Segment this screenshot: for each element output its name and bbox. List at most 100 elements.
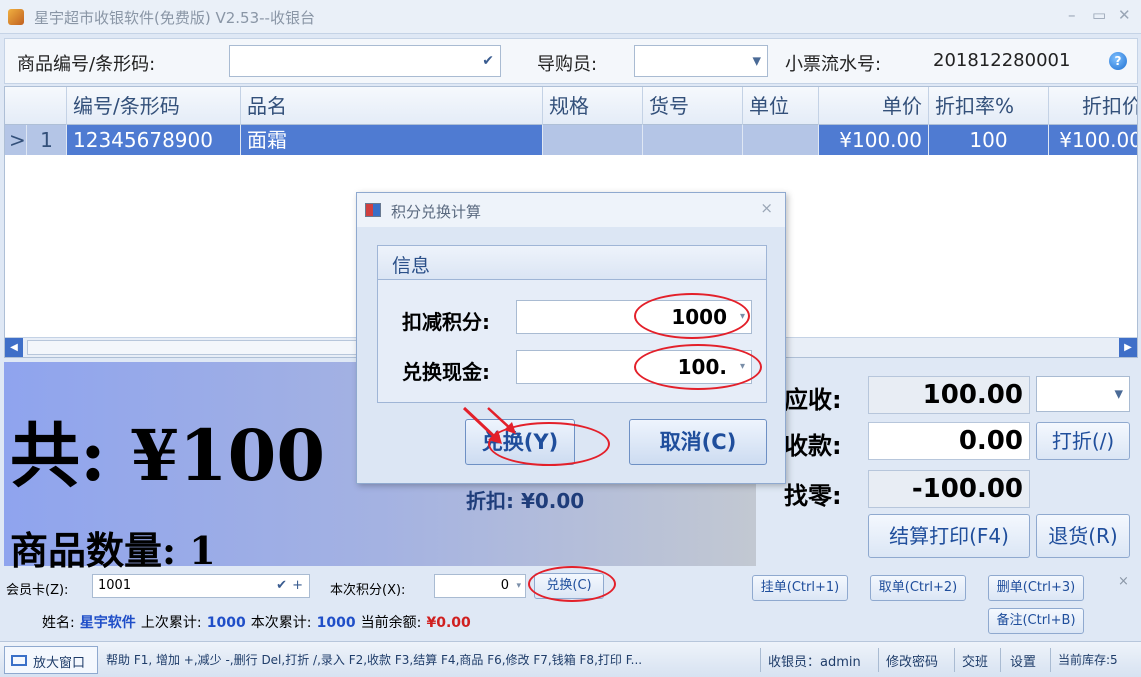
separator xyxy=(1000,648,1001,672)
row-index: 1 xyxy=(27,125,67,155)
points-label: 本次积分(X): xyxy=(330,583,406,598)
cashier-window: 星宇超市收银软件(免费版) V2.53--收银台 – ▭ ✕ 商品编号/条形码:… xyxy=(0,0,1141,677)
cash-amount-input[interactable]: 100. ▾ xyxy=(516,350,752,384)
chevron-down-icon[interactable]: ✔ xyxy=(276,575,287,597)
item-quantity: 商品数量: 1 xyxy=(10,528,216,573)
maximize-window-button[interactable]: 放大窗口 xyxy=(4,646,98,674)
cash-amount-value: 100. xyxy=(677,355,727,379)
note-button[interactable]: 备注(Ctrl+B) xyxy=(988,608,1084,634)
close-icon[interactable]: ✕ xyxy=(1118,6,1131,24)
delete-order-button[interactable]: 删单(Ctrl+3) xyxy=(988,575,1084,601)
deduct-points-input[interactable]: 1000 ▾ xyxy=(516,300,752,334)
status-bar: 放大窗口 帮助 F1, 增加 +,减少 -,删行 Del,打折 /,录入 F2,… xyxy=(0,641,1141,677)
points-input[interactable]: 0 ▾ xyxy=(434,574,526,598)
spin-icon[interactable]: ▾ xyxy=(516,575,521,597)
guide-select[interactable]: ▼ xyxy=(634,45,768,77)
cur-points-label: 本次累计: xyxy=(250,615,312,631)
paid-input[interactable]: 0.00 xyxy=(868,422,1030,460)
info-icon[interactable]: ? xyxy=(1109,52,1127,70)
member-card-input[interactable]: 1001 ✔ + xyxy=(92,574,310,598)
separator xyxy=(1050,648,1051,672)
info-group: 信息 扣减积分: 1000 ▾ 兑换现金: 100. ▾ xyxy=(377,245,767,403)
col-header-unit[interactable]: 单位 xyxy=(743,87,819,125)
window-icon xyxy=(11,655,27,666)
barcode-input[interactable]: ✔ xyxy=(229,45,501,77)
hold-order-button[interactable]: 挂单(Ctrl+1) xyxy=(752,575,848,601)
member-card-label: 会员卡(Z): xyxy=(6,583,69,598)
cell-name[interactable]: 面霜 xyxy=(241,125,543,155)
cell-code[interactable]: 12345678900 xyxy=(67,125,241,155)
barcode-label: 商品编号/条形码: xyxy=(17,54,156,75)
maximize-label: 放大窗口 xyxy=(33,656,86,671)
cell-rate[interactable]: 100 xyxy=(929,125,1049,155)
points-exchange-dialog: 积分兑换计算 × 信息 扣减积分: 1000 ▾ 兑换现金: 100. ▾ 兑换… xyxy=(356,192,786,484)
chevron-down-icon[interactable]: ▼ xyxy=(1115,388,1123,401)
add-icon[interactable]: + xyxy=(292,575,303,597)
paid-label: 收款: xyxy=(784,432,842,460)
top-input-row: 商品编号/条形码: ✔ 导购员: ▼ 小票流水号: 201812280001 ? xyxy=(4,38,1138,84)
info-group-title: 信息 xyxy=(392,255,431,277)
spin-icon[interactable]: ▾ xyxy=(740,301,745,333)
col-header-disc-price[interactable]: 折扣价 xyxy=(1049,87,1137,125)
settings-link[interactable]: 设置 xyxy=(1010,651,1036,670)
cashier-name: 收银员：admin xyxy=(768,655,861,670)
window-title: 星宇超市收银软件(免费版) V2.53--收银台 xyxy=(34,9,315,27)
points-value: 0 xyxy=(500,578,509,593)
title-bar: 星宇超市收银软件(免费版) V2.53--收银台 – ▭ ✕ xyxy=(0,0,1141,34)
deduct-points-label: 扣减积分: xyxy=(402,310,490,334)
exchange-points-button[interactable]: 兑换(C) xyxy=(534,573,604,599)
ticket-label: 小票流水号: xyxy=(785,54,882,75)
info-group-header: 信息 xyxy=(378,246,766,280)
scroll-left-icon[interactable]: ◀ xyxy=(5,338,23,357)
discount-button[interactable]: 打折(/) xyxy=(1036,422,1130,460)
close-member-icon[interactable]: × xyxy=(1118,574,1129,589)
payment-panel: 应收: 100.00 ▼ 收款: 0.00 打折(/) 找零: -100.00 … xyxy=(760,362,1138,566)
return-button[interactable]: 退货(R) xyxy=(1036,514,1130,558)
shortcut-help: 帮助 F1, 增加 +,减少 -,删行 Del,打折 /,录入 F2,收款 F3… xyxy=(106,653,643,667)
col-header-spec[interactable]: 规格 xyxy=(543,87,643,125)
minimize-icon[interactable]: – xyxy=(1068,6,1076,24)
cell-price[interactable]: ¥100.00 xyxy=(819,125,929,155)
chevron-down-icon[interactable]: ✔ xyxy=(482,53,494,69)
red-arrow-icon xyxy=(462,406,516,444)
ticket-number: 201812280001 xyxy=(933,50,1071,71)
row-marker: > xyxy=(5,125,27,155)
retrieve-order-button[interactable]: 取单(Ctrl+2) xyxy=(870,575,966,601)
total-amount: 共: ¥100 xyxy=(10,414,326,497)
change-value: -100.00 xyxy=(868,470,1030,508)
due-select[interactable]: ▼ xyxy=(1036,376,1130,412)
scroll-right-icon[interactable]: ▶ xyxy=(1119,338,1137,357)
member-info: 姓名: 星宇软件 上次累计: 1000 本次累计: 1000 当前余额: ¥0.… xyxy=(42,612,471,632)
grid-header: 编号/条形码 品名 规格 货号 单位 单价 折扣率% 折扣价 xyxy=(5,87,1137,125)
discount-amount: 折扣: ¥0.00 xyxy=(466,489,585,513)
cell-disc-price[interactable]: ¥100.00 xyxy=(1049,125,1137,155)
dialog-title: 积分兑换计算 xyxy=(391,203,482,221)
cell-spec[interactable] xyxy=(543,125,643,155)
due-value: 100.00 xyxy=(868,376,1030,414)
change-password-link[interactable]: 修改密码 xyxy=(886,651,938,670)
col-header-item-no[interactable]: 货号 xyxy=(643,87,743,125)
dialog-title-bar: 积分兑换计算 × xyxy=(357,193,785,227)
app-icon xyxy=(8,9,24,25)
chevron-down-icon[interactable]: ▼ xyxy=(753,55,761,68)
shift-link[interactable]: 交班 xyxy=(962,651,988,670)
member-card-value: 1001 xyxy=(98,578,132,593)
cancel-button[interactable]: 取消(C) xyxy=(629,419,767,465)
cash-amount-label: 兑换现金: xyxy=(402,360,490,384)
col-header-price[interactable]: 单价 xyxy=(819,87,929,125)
grid-header-corner xyxy=(5,87,67,125)
stock-status: 当前库存:5 xyxy=(1058,653,1118,667)
cell-item-no[interactable] xyxy=(643,125,743,155)
deduct-points-value: 1000 xyxy=(671,305,727,329)
dialog-close-icon[interactable]: × xyxy=(760,199,773,217)
col-header-code[interactable]: 编号/条形码 xyxy=(67,87,241,125)
cell-unit[interactable] xyxy=(743,125,819,155)
separator xyxy=(760,648,761,672)
col-header-name[interactable]: 品名 xyxy=(241,87,543,125)
member-row: 会员卡(Z): 1001 ✔ + 本次积分(X): 0 ▾ 兑换(C) 挂单(C… xyxy=(0,568,1141,638)
balance-value: ¥0.00 xyxy=(426,615,471,631)
spin-icon[interactable]: ▾ xyxy=(740,351,745,383)
maximize-icon[interactable]: ▭ xyxy=(1092,6,1106,24)
checkout-print-button[interactable]: 结算打印(F4) xyxy=(868,514,1030,558)
col-header-rate[interactable]: 折扣率% xyxy=(929,87,1049,125)
